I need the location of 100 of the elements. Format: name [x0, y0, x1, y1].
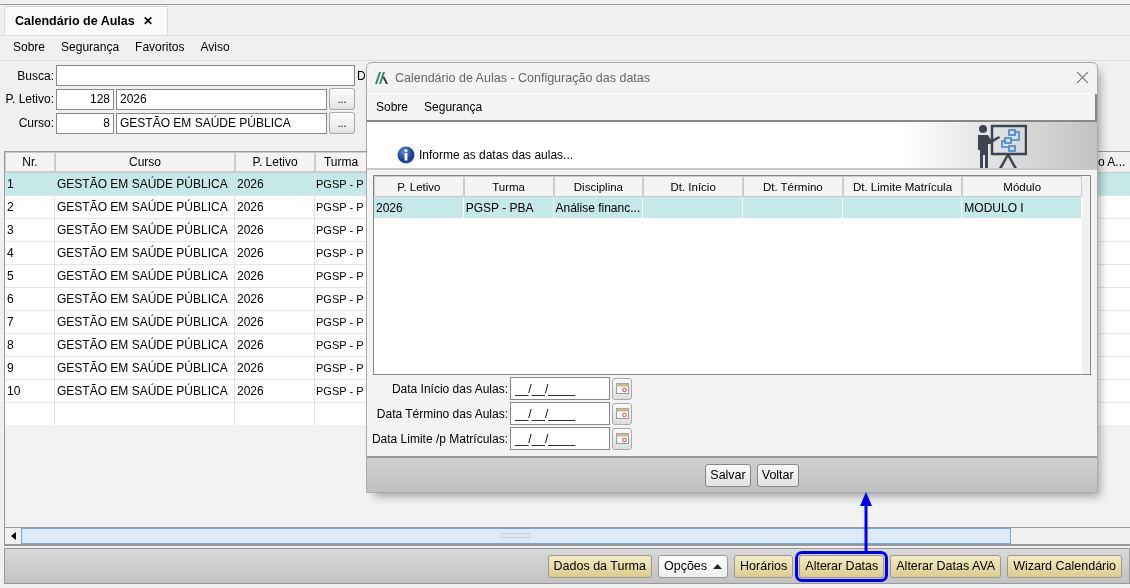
dialog-button[interactable]: Voltar: [756, 463, 799, 487]
table-cell[interactable]: 1: [5, 173, 55, 195]
table-cell[interactable]: GESTÃO EM SAÚDE PÚBLICA: [55, 311, 235, 333]
table-cell[interactable]: 2026: [235, 334, 315, 356]
column-header[interactable]: o A...: [1098, 152, 1130, 172]
column-header[interactable]: Turma: [315, 152, 366, 172]
table-cell[interactable]: PGSP - P: [315, 196, 366, 218]
table-cell[interactable]: GESTÃO EM SAÚDE PÚBLICA: [55, 219, 235, 241]
action-button[interactable]: Horários: [734, 554, 794, 578]
table-cell: PGSP - PBA: [463, 197, 554, 218]
table-cell[interactable]: PGSP - P: [315, 380, 366, 402]
options-dropdown[interactable]: Opções: [658, 554, 729, 578]
field-label: Busca:: [16, 68, 54, 83]
close-icon[interactable]: [1076, 72, 1088, 83]
scrollbar-thumb[interactable]: [21, 528, 1011, 544]
table-cell: Análise financ...: [553, 197, 644, 218]
table-cell[interactable]: PGSP - P: [315, 219, 366, 241]
column-header[interactable]: Módulo: [962, 176, 1082, 197]
column-header[interactable]: Dt. Início: [643, 176, 743, 197]
column-header[interactable]: Curso: [55, 152, 235, 172]
tab[interactable]: Calendário de Aulas ✕: [4, 6, 168, 35]
table-cell[interactable]: GESTÃO EM SAÚDE PÚBLICA: [55, 380, 235, 402]
info-icon: [397, 146, 415, 164]
table-cell[interactable]: 2026: [235, 219, 315, 241]
table-cell[interactable]: PGSP - P: [315, 357, 366, 379]
calendar-icon: [615, 433, 629, 444]
table-cell[interactable]: 4: [5, 242, 55, 264]
table-cell[interactable]: PGSP - P: [315, 242, 366, 264]
name-field[interactable]: 2026: [116, 88, 327, 110]
menu-item[interactable]: Segurança: [61, 40, 120, 56]
column-header[interactable]: P. Letivo: [235, 152, 315, 172]
date-field[interactable]: __/__/____: [510, 377, 610, 400]
calendar-icon: [615, 408, 629, 419]
menu-item[interactable]: Sobre: [376, 100, 409, 114]
menu-item[interactable]: Sobre: [13, 40, 46, 56]
table-cell[interactable]: 10: [5, 380, 55, 402]
presenter-board-icon: [977, 124, 1027, 168]
calendar-button[interactable]: [612, 402, 632, 425]
date-field[interactable]: __/__/____: [510, 402, 610, 425]
table-cell[interactable]: PGSP - P: [315, 311, 366, 333]
field-label: D: [357, 68, 366, 83]
table-cell[interactable]: 2026: [235, 357, 315, 379]
table-cell[interactable]: GESTÃO EM SAÚDE PÚBLICA: [55, 173, 235, 195]
table-cell[interactable]: 2026: [235, 265, 315, 287]
column-header[interactable]: Dt. Término: [742, 176, 843, 197]
field-label: Data Início das Aulas:: [390, 381, 508, 396]
table-cell[interactable]: 5: [5, 265, 55, 287]
column-header[interactable]: Dt. Limite Matrícula: [842, 176, 963, 197]
action-button[interactable]: Dados da Turma: [547, 554, 652, 578]
table-cell[interactable]: 2026: [235, 311, 315, 333]
info-message: Informe as datas das aulas...: [419, 148, 574, 162]
table-cell: MODULO I: [962, 197, 1082, 218]
table-cell[interactable]: 3: [5, 219, 55, 241]
table-cell[interactable]: 8: [5, 334, 55, 356]
action-button[interactable]: Alterar Datas AVA: [890, 554, 1002, 578]
menu-item[interactable]: Favoritos: [135, 40, 185, 56]
table-cell[interactable]: 2026: [235, 196, 315, 218]
code-field[interactable]: 128: [56, 88, 114, 110]
table-cell[interactable]: 6: [5, 288, 55, 310]
table-cell[interactable]: 2026: [235, 173, 315, 195]
column-header[interactable]: Nr.: [5, 152, 55, 172]
table-cell[interactable]: GESTÃO EM SAÚDE PÚBLICA: [55, 288, 235, 310]
table-cell[interactable]: 2026: [235, 380, 315, 402]
column-header[interactable]: Disciplina: [553, 176, 644, 197]
table-cell[interactable]: 7: [5, 311, 55, 333]
table-row[interactable]: 2026 PGSP - PBA Análise financ... MODULO I: [374, 197, 1082, 218]
table-cell[interactable]: GESTÃO EM SAÚDE PÚBLICA: [55, 357, 235, 379]
table-cell[interactable]: GESTÃO EM SAÚDE PÚBLICA: [55, 265, 235, 287]
column-header[interactable]: P. Letivo: [374, 176, 464, 197]
menu-item[interactable]: Aviso: [200, 40, 230, 56]
lookup-button[interactable]: ...: [329, 112, 355, 134]
table-cell[interactable]: 2026: [235, 288, 315, 310]
table-cell[interactable]: 2: [5, 196, 55, 218]
menu-item[interactable]: Segurança: [424, 100, 483, 114]
caret-up-icon: [713, 563, 723, 569]
table-cell[interactable]: PGSP - P: [315, 288, 366, 310]
date-field[interactable]: __/__/____: [510, 427, 610, 450]
table-cell[interactable]: GESTÃO EM SAÚDE PÚBLICA: [55, 196, 235, 218]
column-header[interactable]: Turma: [463, 176, 554, 197]
table-cell[interactable]: PGSP - P: [315, 334, 366, 356]
table-cell[interactable]: PGSP - P: [315, 265, 366, 287]
table-cell[interactable]: 9: [5, 357, 55, 379]
scroll-left-icon[interactable]: [10, 532, 16, 540]
search-field[interactable]: [56, 65, 355, 86]
action-button[interactable]: Wizard Calendário: [1007, 554, 1122, 578]
table-cell[interactable]: 2026: [235, 242, 315, 264]
close-button[interactable]: ✕: [142, 14, 153, 28]
calendar-button[interactable]: [612, 377, 632, 400]
table-cell[interactable]: GESTÃO EM SAÚDE PÚBLICA: [55, 334, 235, 356]
dialog-button[interactable]: Salvar: [705, 463, 751, 487]
lookup-button[interactable]: ...: [329, 88, 355, 110]
table-cell[interactable]: PGSP - P: [315, 173, 366, 195]
field-label: P. Letivo:: [4, 92, 54, 106]
field-label: Data Término das Aulas:: [375, 406, 508, 421]
table-cell[interactable]: GESTÃO EM SAÚDE PÚBLICA: [55, 242, 235, 264]
name-field[interactable]: GESTÃO EM SAÚDE PÚBLICA: [116, 112, 327, 134]
field-label: Curso:: [17, 116, 54, 130]
calendar-button[interactable]: [612, 427, 632, 450]
code-field[interactable]: 8: [56, 112, 114, 134]
table-cell: 2026: [374, 197, 464, 218]
